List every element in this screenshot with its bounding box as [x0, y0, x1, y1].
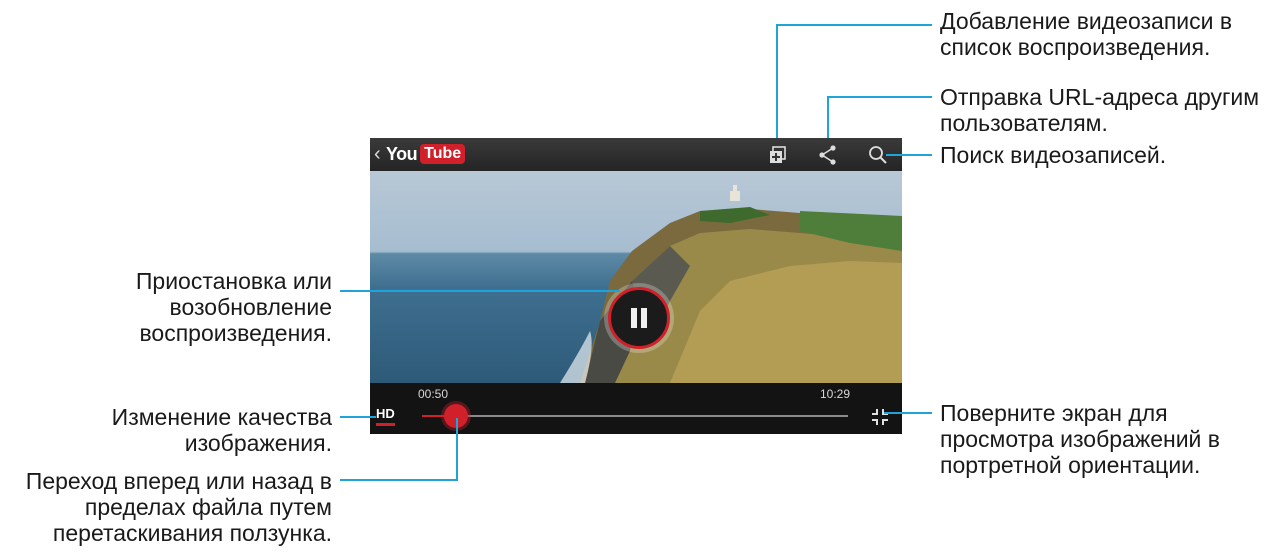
callout-line-seek-horizontal — [340, 479, 458, 481]
current-time: 00:50 — [418, 387, 449, 401]
callout-pause: Приостановка или возобновление воспроизв… — [135, 268, 332, 346]
logo-you-text: You — [386, 143, 418, 164]
callout-line-playlist-horizontal — [776, 24, 932, 26]
share-icon[interactable] — [816, 143, 840, 167]
youtube-player-screen: ‹ You Tube 00:50 10:29 HD — [370, 138, 902, 434]
callout-share: Отправка URL-адреса другим пользователям… — [940, 84, 1260, 136]
top-bar: ‹ You Tube — [370, 138, 902, 171]
callout-line-share-horizontal — [827, 96, 932, 98]
callout-search: Поиск видеозаписей. — [940, 142, 1167, 168]
callout-line-playlist-vertical — [776, 24, 778, 138]
callout-add-playlist: Добавление видеозаписи в список воспроиз… — [940, 8, 1233, 60]
callout-rotate: Поверните экран для просмотра изображени… — [940, 400, 1221, 478]
callout-line-rotate — [884, 412, 932, 414]
video-landscape-image — [560, 185, 902, 383]
youtube-logo: You Tube — [386, 143, 466, 165]
callout-line-search — [886, 154, 932, 156]
video-frame[interactable] — [370, 171, 902, 383]
callout-seek: Переход вперед или назад в пределах файл… — [25, 468, 332, 546]
logo-tube-text: Tube — [420, 144, 466, 164]
callout-line-share-vertical — [827, 96, 829, 138]
exit-fullscreen-icon[interactable] — [870, 407, 890, 427]
hd-quality-button[interactable]: HD — [376, 406, 395, 426]
callout-line-pause — [340, 290, 620, 292]
total-time: 10:29 — [820, 387, 851, 401]
back-chevron-icon[interactable]: ‹ — [374, 143, 381, 165]
player-controls: 00:50 10:29 HD — [370, 383, 902, 434]
pause-icon — [631, 308, 647, 328]
callout-line-seek-vertical — [456, 418, 458, 480]
callout-line-quality — [340, 416, 376, 418]
pause-button[interactable] — [608, 287, 670, 349]
seek-bar[interactable] — [422, 415, 848, 417]
callout-quality: Изменение качества изображения. — [111, 404, 332, 456]
add-to-playlist-icon[interactable] — [766, 143, 790, 167]
